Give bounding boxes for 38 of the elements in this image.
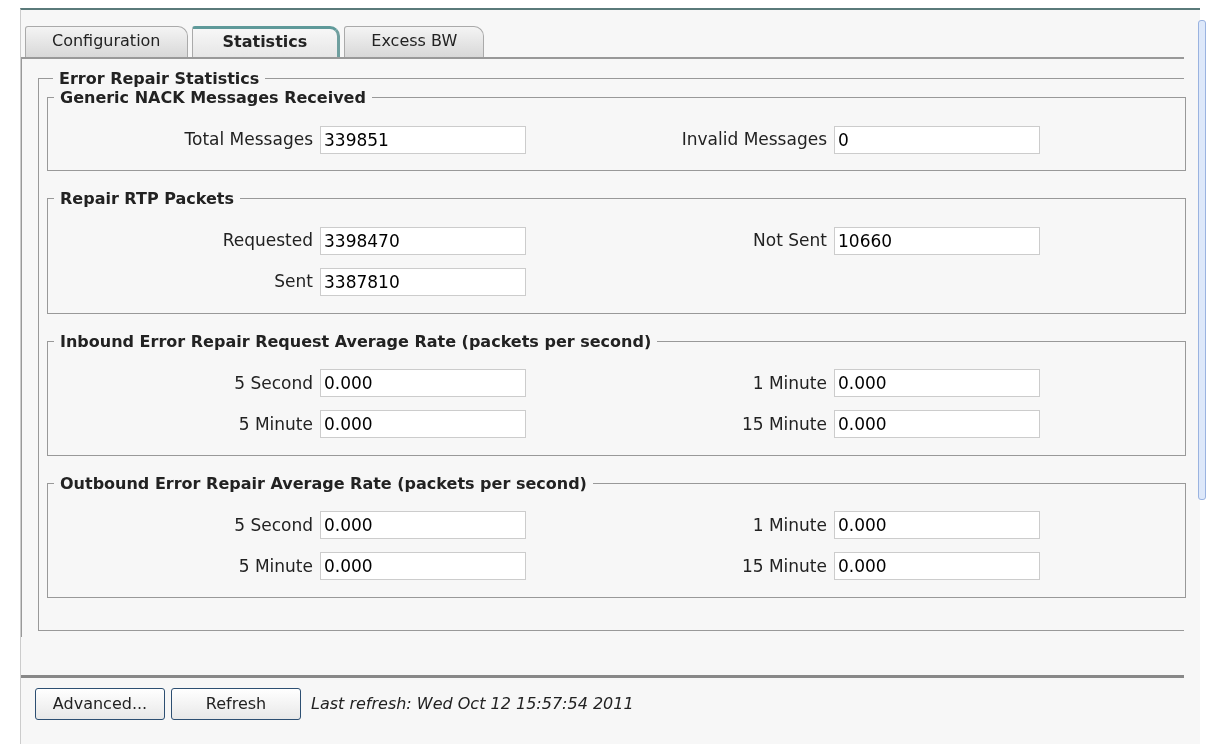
field-label: Invalid Messages <box>680 128 828 152</box>
scrollbar[interactable] <box>1198 20 1206 500</box>
tab[interactable]: Configuration <box>25 26 188 57</box>
input-field[interactable]: 0.000 <box>320 511 526 540</box>
field-label: 1 Minute <box>751 513 828 537</box>
group-title: Outbound Error Repair Average Rate (packets per second) <box>59 473 588 493</box>
tab[interactable]: Statistics <box>191 26 341 57</box>
input-field[interactable]: 3387810 <box>320 268 526 297</box>
field-label: 15 Minute <box>740 412 828 436</box>
input-field[interactable]: 10660 <box>834 227 1040 256</box>
group-title: Repair RTP Packets <box>59 189 235 209</box>
group-title: Error Repair Statistics <box>58 69 261 89</box>
button[interactable]: Refresh <box>171 688 301 720</box>
field-label: 5 Minute <box>237 554 314 578</box>
field-label: Total Messages <box>183 128 314 152</box>
input-field[interactable]: 0.000 <box>834 369 1040 398</box>
input-field[interactable]: 0.000 <box>834 511 1040 540</box>
input-field[interactable]: 0.000 <box>320 552 526 581</box>
group-title: Generic NACK Messages Received <box>59 88 367 108</box>
button[interactable]: Advanced... <box>35 688 165 720</box>
tab[interactable]: Excess BW <box>344 26 485 57</box>
group-title: Inbound Error Repair Request Average Rate (packets per second) <box>59 331 653 351</box>
field-label: 1 Minute <box>751 371 828 395</box>
input-field[interactable]: 0.000 <box>834 552 1040 581</box>
field-label: Requested <box>221 229 314 253</box>
field-label: Sent <box>273 270 314 294</box>
field-label: 5 Second <box>233 513 314 537</box>
input-field[interactable]: 0.000 <box>834 410 1040 439</box>
input-field[interactable]: 339851 <box>320 125 526 154</box>
field-label: 15 Minute <box>740 554 828 578</box>
field-label: 5 Second <box>233 371 314 395</box>
input-field[interactable]: 0.000 <box>320 369 526 398</box>
last-refresh-text: Last refresh: Wed Oct 12 15:57:54 2011 <box>311 693 634 715</box>
input-field[interactable]: 3398470 <box>320 227 526 256</box>
field-label: Not Sent <box>752 229 828 253</box>
input-field[interactable]: 0 <box>834 125 1040 154</box>
field-label: 5 Minute <box>237 412 314 436</box>
input-field[interactable]: 0.000 <box>320 410 526 439</box>
